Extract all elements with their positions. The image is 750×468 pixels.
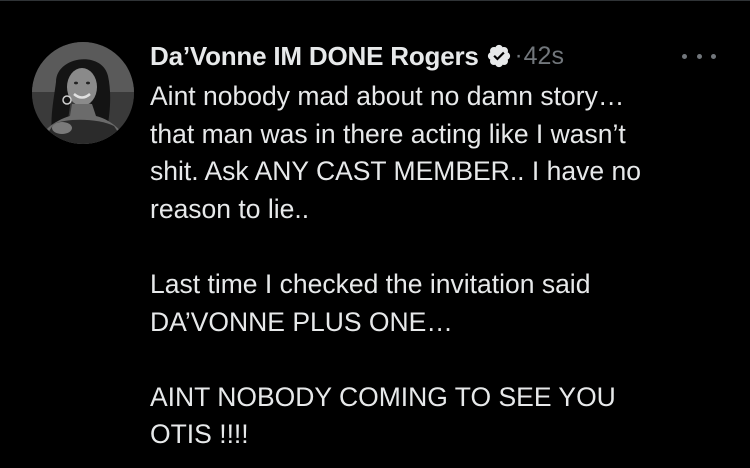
text-line: DA’VONNE PLUS ONE… <box>150 306 453 337</box>
more-dot <box>711 53 716 59</box>
tweet-paragraph: Last time I checked the invitation said … <box>150 266 730 341</box>
tweet-text: Aint nobody mad about no damn story… tha… <box>150 78 730 454</box>
more-horizontal-icon[interactable] <box>682 50 716 62</box>
tweet-paragraph: AINT NOBODY COMING TO SEE YOU OTIS !!!! <box>150 379 730 454</box>
verified-badge-icon[interactable] <box>486 43 512 69</box>
text-line: OTIS !!!! <box>150 419 249 450</box>
text-line: reason to lie.. <box>150 193 310 224</box>
text-line: that man was in there acting like I wasn… <box>150 118 626 149</box>
text-line: Last time I checked the invitation said <box>150 268 591 299</box>
tweet-paragraph: Aint nobody mad about no damn story… tha… <box>150 78 730 228</box>
more-dot <box>696 53 702 59</box>
text-line: shit. Ask ANY CAST MEMBER.. I have no <box>150 156 641 187</box>
display-name[interactable]: Da’Vonne IM DONE Rogers <box>150 41 479 72</box>
text-line: AINT NOBODY COMING TO SEE YOU <box>150 381 616 412</box>
tweet-header: Da’Vonne IM DONE Rogers · 42s <box>150 36 564 76</box>
avatar[interactable] <box>32 42 134 144</box>
tweet[interactable]: Da’Vonne IM DONE Rogers · 42s Aint nobod… <box>0 0 750 468</box>
text-line: Aint nobody mad about no damn story… <box>150 81 625 111</box>
timestamp[interactable]: 42s <box>524 42 564 71</box>
more-dot <box>682 53 687 59</box>
avatar-image <box>32 42 134 144</box>
separator-dot: · <box>514 42 523 69</box>
